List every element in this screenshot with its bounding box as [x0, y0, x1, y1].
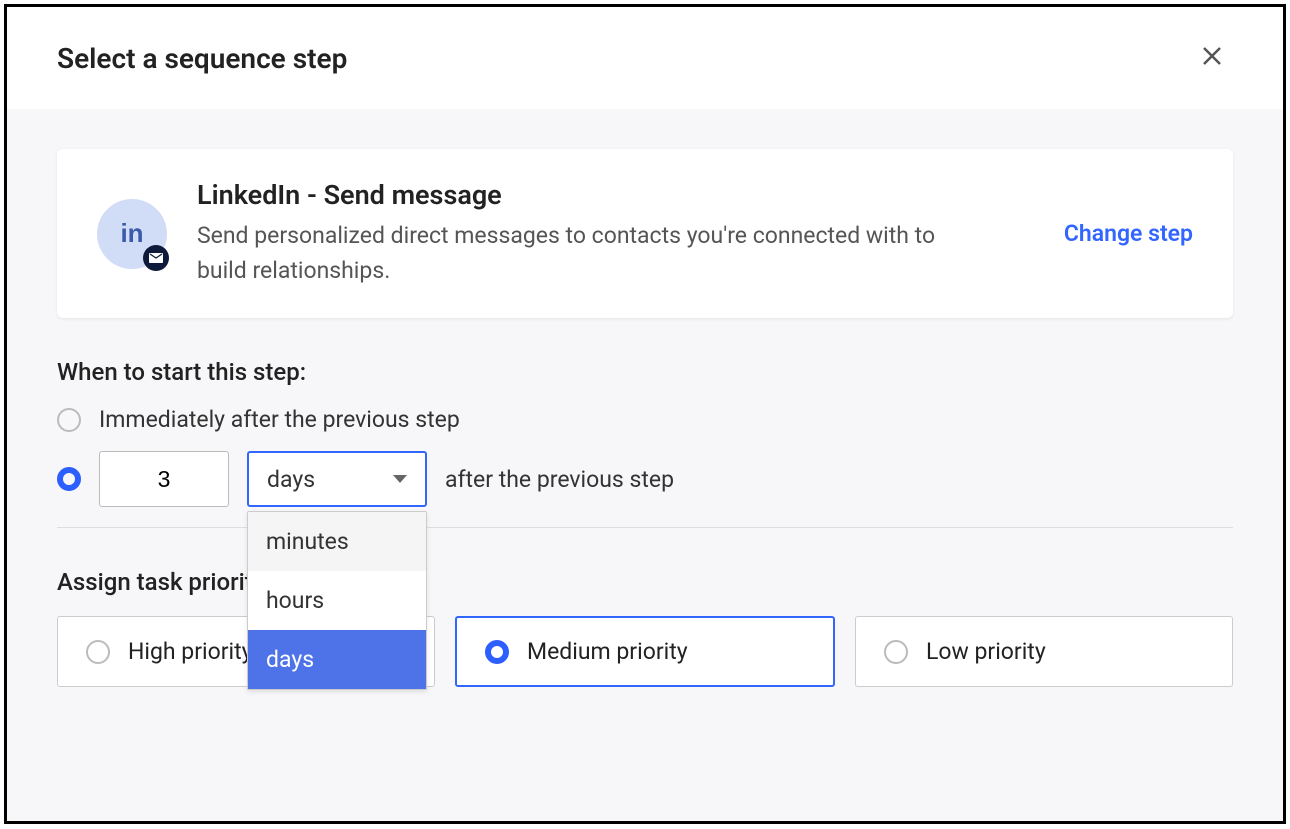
after-previous-step-label: after the previous step [445, 466, 674, 493]
linkedin-icon-text: in [120, 218, 143, 249]
close-icon [1201, 45, 1223, 67]
priority-options: High priority Medium priority Low priori… [57, 616, 1233, 687]
radio-icon [884, 640, 908, 664]
chevron-down-icon [393, 475, 407, 483]
radio-icon [86, 640, 110, 664]
priority-option-low[interactable]: Low priority [855, 616, 1233, 687]
change-step-link[interactable]: Change step [1064, 220, 1193, 247]
step-icon: in [97, 199, 167, 269]
delay-number-input[interactable] [99, 451, 229, 507]
priority-label: Medium priority [527, 638, 688, 665]
unit-select[interactable]: days [247, 451, 427, 507]
close-button[interactable] [1191, 37, 1233, 79]
modal-body: in LinkedIn - Send message Send personal… [7, 109, 1283, 823]
unit-option-hours[interactable]: hours [248, 571, 426, 630]
radio-icon [57, 408, 81, 432]
timing-option-delay: days minutes hours days after the previo… [57, 451, 1233, 507]
unit-option-days[interactable]: days [248, 630, 426, 689]
radio-icon-selected[interactable] [57, 467, 81, 491]
modal-header: Select a sequence step [7, 7, 1283, 109]
priority-section-label: Assign task priority: [57, 568, 1233, 596]
envelope-icon [143, 245, 169, 271]
priority-label: High priority [128, 638, 253, 665]
timing-section-label: When to start this step: [57, 358, 1233, 386]
section-divider [57, 527, 1233, 528]
radio-label: Immediately after the previous step [99, 406, 460, 433]
priority-label: Low priority [926, 638, 1046, 665]
unit-option-minutes[interactable]: minutes [248, 512, 426, 571]
step-content: LinkedIn - Send message Send personalize… [197, 179, 1034, 288]
priority-option-medium[interactable]: Medium priority [455, 616, 835, 687]
timing-option-immediate[interactable]: Immediately after the previous step [57, 406, 1233, 433]
step-card: in LinkedIn - Send message Send personal… [57, 149, 1233, 318]
modal-title: Select a sequence step [57, 42, 347, 75]
unit-select-text: days [267, 466, 315, 493]
step-description: Send personalized direct messages to con… [197, 219, 937, 288]
step-title: LinkedIn - Send message [197, 179, 1034, 211]
unit-select-wrap: days minutes hours days [247, 451, 427, 507]
radio-icon-selected [485, 640, 509, 664]
select-sequence-step-modal: Select a sequence step in LinkedIn - Sen… [4, 4, 1286, 824]
unit-dropdown-menu: minutes hours days [247, 511, 427, 690]
